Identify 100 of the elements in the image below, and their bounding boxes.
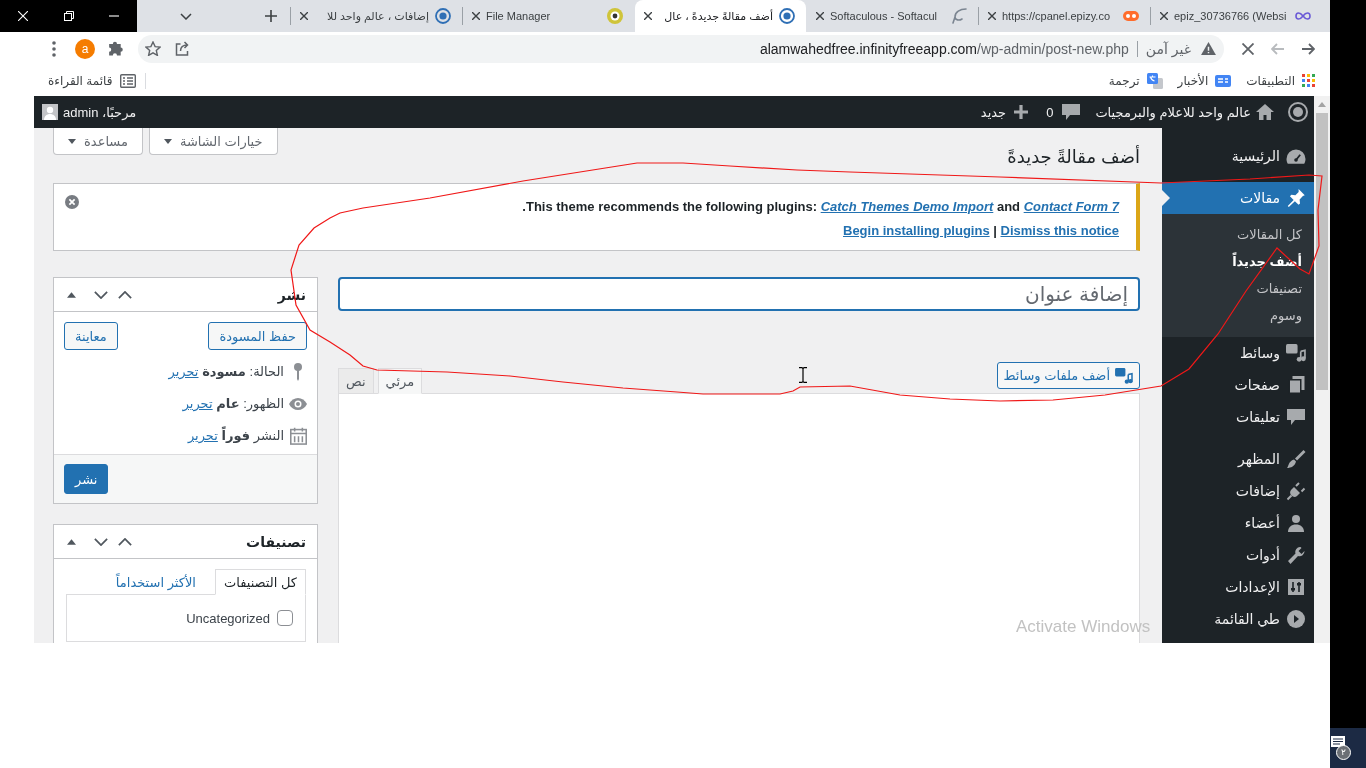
submenu-item[interactable]: كل المقالات [1162, 221, 1314, 248]
notification-badge: ٢ [1336, 745, 1351, 760]
close-icon[interactable] [1160, 12, 1168, 20]
url-text: alamwahedfree.infinityfreeapp.com/wp-admin/post-new.php [759, 40, 1129, 57]
pin-icon [294, 363, 302, 381]
triangle-icon[interactable] [66, 538, 76, 545]
editor-tab[interactable]: نص [338, 368, 374, 394]
menu-item[interactable]: طي القائمة [1162, 603, 1314, 635]
menu-item[interactable]: صفحات [1162, 369, 1314, 401]
chevron-down-icon[interactable] [94, 537, 108, 546]
menu-item[interactable]: الإعدادات [1162, 571, 1314, 603]
reading-list-icon [120, 73, 137, 88]
chevron-up-icon[interactable] [118, 537, 132, 546]
security-chip[interactable]: غير آمن [1145, 40, 1216, 57]
user-icon [1288, 514, 1304, 532]
browser-tab[interactable]: Softaculous - Softacul [807, 0, 978, 32]
media-icon [1115, 367, 1133, 384]
page-title: أضف مقالةً جديدةً [1007, 144, 1140, 169]
minimize-icon[interactable] [109, 15, 120, 17]
category-tab[interactable]: الأكثر استخداماً [106, 569, 205, 595]
menu-item[interactable]: إضافات [1162, 475, 1314, 507]
publish-setting-text: النشر فوراً تحرير [187, 426, 284, 446]
panel-title: تصنيفات [246, 533, 306, 550]
close-icon[interactable] [644, 12, 652, 20]
help-button[interactable]: مساعدة [53, 128, 143, 155]
text-cursor-icon [799, 367, 807, 383]
caret-down-icon [163, 138, 172, 144]
plugin-link[interactable]: Catch Themes Demo Import [820, 199, 994, 214]
browser-tab[interactable]: File Manager [463, 0, 634, 32]
chevron-down-icon[interactable] [180, 12, 192, 20]
apps-grid-icon [1302, 74, 1315, 87]
edit-link[interactable]: تحرير [182, 396, 213, 411]
menu-item[interactable]: الرئيسية [1162, 140, 1314, 172]
play-circle-icon [1287, 610, 1305, 628]
plus-icon [1014, 105, 1029, 119]
forward-arrow-icon[interactable] [1301, 42, 1315, 55]
preview-button[interactable]: معاينة [64, 322, 118, 350]
close-icon[interactable] [300, 12, 308, 20]
translate-icon [1146, 72, 1163, 89]
title-field[interactable]: إضافة عنوان [338, 277, 1140, 311]
reading-list-button[interactable]: قائمة القراءة [48, 73, 137, 88]
notification-icon[interactable] [1331, 736, 1345, 747]
scrollbar-thumb[interactable] [1316, 113, 1328, 390]
notice-action-link[interactable]: Dismiss this notice [1000, 223, 1119, 238]
notice-message: This theme recommends the following plugins: Catch Themes Demo Import and Contact Form 7 . [521, 198, 1119, 216]
menu-item[interactable]: أدوات [1162, 539, 1314, 571]
menu-item[interactable]: المظهر [1162, 443, 1314, 475]
triangle-icon[interactable] [66, 291, 76, 298]
plus-icon[interactable] [265, 10, 277, 22]
submenu-item[interactable]: تصنيفات [1162, 275, 1314, 302]
save-draft-button[interactable]: حفظ المسودة [208, 322, 307, 350]
menu-item[interactable]: تعليقات [1162, 401, 1314, 433]
calendar-icon [289, 427, 307, 445]
chevron-up-icon[interactable] [118, 290, 132, 299]
pin-icon [1287, 189, 1305, 207]
more-menu-icon[interactable] [52, 40, 56, 57]
close-icon[interactable] [472, 12, 480, 20]
menu-item[interactable]: مقالات [1162, 182, 1314, 214]
close-circle-icon[interactable] [65, 195, 79, 209]
comments-link[interactable]: 0 [1046, 104, 1081, 120]
checkbox[interactable] [277, 610, 293, 626]
plugin-link[interactable]: Contact Form 7 [1023, 199, 1119, 214]
comment-icon [1062, 104, 1081, 120]
share-icon[interactable] [175, 41, 190, 56]
warning-icon [1201, 42, 1216, 55]
close-icon[interactable] [1242, 42, 1254, 55]
close-icon[interactable] [816, 12, 824, 20]
submenu-item[interactable]: وسوم [1162, 302, 1314, 329]
publish-button[interactable]: نشر [64, 464, 109, 494]
menu-item[interactable]: وسائط [1162, 337, 1314, 369]
browser-tab[interactable]: إضافات ، عالم واحد للا [291, 0, 462, 32]
puzzle-icon[interactable] [107, 41, 123, 56]
plug-icon [1286, 481, 1306, 501]
bookmark-link[interactable]: الأخبار [1177, 73, 1232, 88]
edit-link[interactable]: تحرير [187, 428, 218, 443]
logo-icon [1123, 11, 1139, 21]
editor-tab[interactable]: مرئي [377, 368, 423, 394]
screen-options-button[interactable]: خيارات الشاشة [148, 128, 278, 155]
bookmark-link[interactable]: التطبيقات [1246, 73, 1315, 88]
browser-tab[interactable]: أضف مقالةً جديدةً ، عال [635, 0, 806, 32]
circle-logo-icon[interactable] [1288, 102, 1308, 122]
site-name-link[interactable]: عالم واحد للاعلام والبرمجيات [1095, 104, 1274, 120]
notice-action-link[interactable]: Begin installing plugins [843, 223, 990, 238]
edit-link[interactable]: تحرير [168, 364, 199, 379]
browser-tab[interactable]: https://cpanel.epizy.co [979, 0, 1150, 32]
category-tab[interactable]: كل التصنيفات [214, 569, 306, 595]
browser-tab[interactable]: epiz_30736766 (Websi [1151, 0, 1322, 32]
restore-icon[interactable] [63, 11, 74, 21]
new-content-link[interactable]: جديد [980, 104, 1029, 120]
swirl-icon [952, 8, 967, 24]
eye-logo-icon [607, 8, 623, 24]
chevron-down-icon[interactable] [94, 290, 108, 299]
category-option[interactable]: Uncategorized [186, 610, 293, 626]
bookmark-link[interactable]: ترجمة [1108, 72, 1163, 89]
account-link[interactable]: مرحبًا، admin [42, 104, 137, 120]
star-icon[interactable] [145, 41, 161, 56]
pages-icon [1287, 376, 1305, 394]
close-icon[interactable] [988, 12, 996, 20]
menu-item[interactable]: أعضاء [1162, 507, 1314, 539]
add-media-button[interactable]: أضف ملفات وسائط [996, 362, 1140, 389]
